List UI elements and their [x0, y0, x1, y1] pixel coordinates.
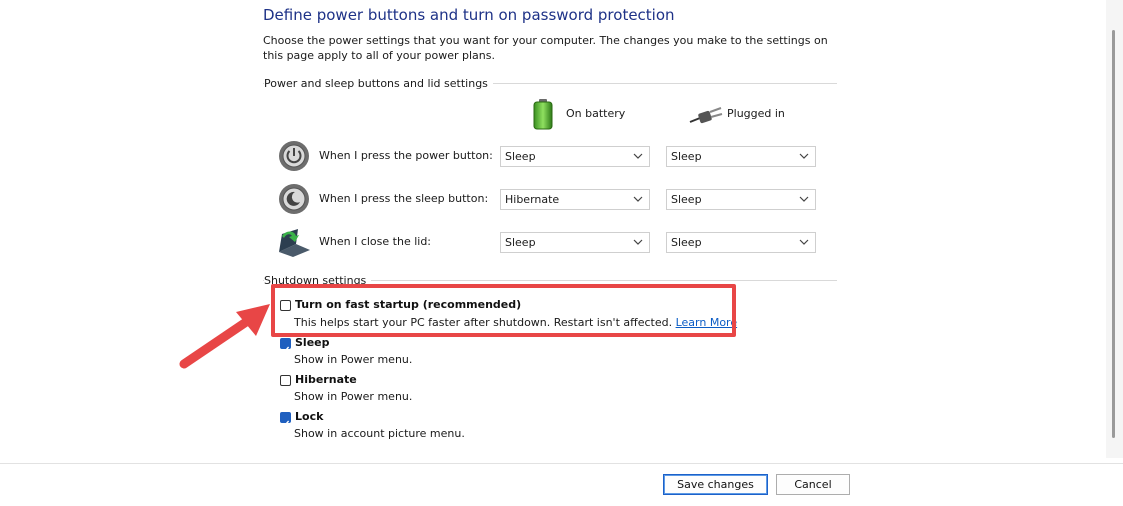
hibernate-checkbox[interactable]	[280, 375, 291, 386]
cancel-button[interactable]: Cancel	[776, 474, 850, 495]
page-title: Define power buttons and turn on passwor…	[263, 6, 675, 24]
row-label-close-lid: When I close the lid:	[319, 235, 432, 248]
select-value: Sleep	[671, 193, 702, 206]
power-button-icon	[278, 140, 310, 172]
power-button-plugged-select[interactable]: Sleep	[666, 146, 816, 167]
row-label-power-button: When I press the power button:	[319, 149, 493, 162]
sleep-label[interactable]: Sleep	[295, 336, 330, 349]
power-button-battery-select[interactable]: Sleep	[500, 146, 650, 167]
hibernate-description: Show in Power menu.	[294, 390, 413, 403]
arrow-annotation	[172, 292, 276, 376]
sleep-description: Show in Power menu.	[294, 353, 413, 366]
select-value: Sleep	[671, 236, 702, 249]
select-value: Sleep	[505, 150, 536, 163]
checkmark-icon	[282, 346, 290, 353]
chevron-down-icon	[798, 233, 810, 252]
chevron-down-icon	[632, 147, 644, 166]
lock-label[interactable]: Lock	[295, 410, 323, 423]
lock-checkbox[interactable]	[280, 412, 291, 427]
close-lid-battery-select[interactable]: Sleep	[500, 232, 650, 253]
chevron-down-icon	[798, 147, 810, 166]
sleep-button-plugged-select[interactable]: Sleep	[666, 189, 816, 210]
lid-icon	[276, 226, 312, 258]
select-value: Hibernate	[505, 193, 560, 206]
sleep-button-icon	[278, 183, 310, 215]
highlight-box	[271, 284, 736, 337]
column-on-battery: On battery	[566, 107, 626, 120]
chevron-down-icon	[632, 190, 644, 209]
save-changes-button[interactable]: Save changes	[663, 474, 768, 495]
page-intro: Choose the power settings that you want …	[263, 34, 828, 62]
select-value: Sleep	[671, 150, 702, 163]
battery-icon	[530, 98, 556, 130]
close-lid-plugged-select[interactable]: Sleep	[666, 232, 816, 253]
hibernate-label[interactable]: Hibernate	[295, 373, 357, 386]
checkmark-icon	[282, 420, 290, 427]
sleep-checkbox[interactable]	[280, 338, 291, 353]
sleep-button-battery-select[interactable]: Hibernate	[500, 189, 650, 210]
buttons-section-heading: Power and sleep buttons and lid settings	[264, 77, 493, 90]
footer-bar	[0, 464, 1123, 506]
chevron-down-icon	[798, 190, 810, 209]
row-label-sleep-button: When I press the sleep button:	[319, 192, 489, 205]
select-value: Sleep	[505, 236, 536, 249]
plug-icon	[688, 104, 724, 126]
chevron-down-icon	[632, 233, 644, 252]
column-plugged-in: Plugged in	[727, 107, 785, 120]
scrollbar-thumb[interactable]	[1112, 30, 1115, 438]
lock-description: Show in account picture menu.	[294, 427, 465, 440]
